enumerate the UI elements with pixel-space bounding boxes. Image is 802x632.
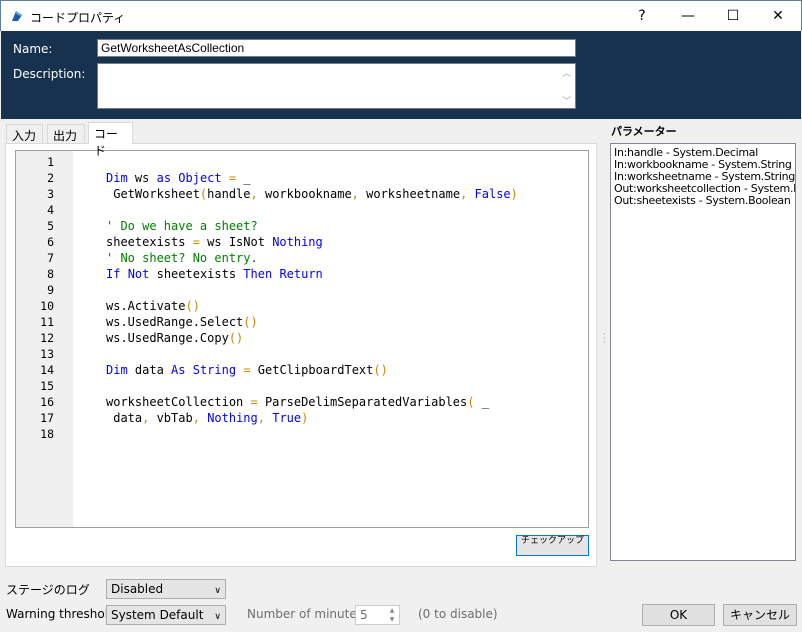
stepper-arrows-icon[interactable]: ▲ ▼ [385, 606, 399, 624]
code-line[interactable]: worksheetCollection = ParseDelimSeparate… [106, 394, 489, 410]
warning-threshold-value: System Default [111, 608, 204, 622]
line-number: 15 [40, 379, 54, 393]
description-scrollbar[interactable]: ︿ ﹀ [559, 64, 575, 108]
name-input[interactable]: GetWorksheetAsCollection [97, 39, 576, 57]
ok-button[interactable]: OK [642, 604, 715, 626]
description-input[interactable]: ︿ ﹀ [97, 63, 576, 109]
scroll-down-icon[interactable]: ﹀ [562, 94, 571, 107]
minutes-value: 5 [360, 608, 368, 622]
window-title: コードプロパティ [30, 11, 126, 25]
code-line[interactable]: ws.UsedRange.Copy() [106, 330, 243, 346]
parameters-list[interactable]: In:handle - System.Decimal In:workbookna… [610, 143, 796, 561]
line-number: 2 [47, 171, 54, 185]
chevron-down-icon: ∨ [214, 612, 221, 622]
code-line[interactable]: Dim ws as Object = _ [106, 170, 251, 186]
chevron-down-icon: ∨ [214, 586, 221, 596]
code-tab-panel: 1 2 3 4 5 6 7 8 9 10 11 12 13 14 15 16 1… [5, 143, 597, 567]
line-number: 3 [47, 187, 54, 201]
line-number: 13 [40, 347, 54, 361]
stage-log-value: Disabled [111, 582, 164, 596]
scroll-up-icon[interactable]: ︿ [562, 66, 571, 79]
code-line[interactable]: GetWorksheet(handle, workbookname, works… [106, 186, 518, 202]
line-number: 17 [40, 411, 54, 425]
line-number: 9 [47, 283, 54, 297]
minimize-button[interactable]: — [665, 1, 711, 31]
code-line[interactable]: Dim data As String = GetClipboardText() [106, 362, 388, 378]
tab-code[interactable]: コード [88, 122, 133, 158]
line-number: 11 [40, 315, 54, 329]
line-number: 18 [40, 427, 54, 441]
code-line[interactable]: If Not sheetexists Then Return [106, 266, 323, 282]
line-number: 14 [40, 363, 54, 377]
code-line[interactable]: ' Do we have a sheet? [106, 218, 258, 234]
tab-output[interactable]: 出力 [47, 124, 85, 143]
line-number: 6 [47, 235, 54, 249]
title-bar: コードプロパティ ? — ☐ ✕ [0, 0, 802, 31]
description-label: Description: [13, 67, 86, 81]
code-editor[interactable]: 1 2 3 4 5 6 7 8 9 10 11 12 13 14 15 16 1… [15, 150, 589, 528]
line-number: 8 [47, 267, 54, 281]
line-number: 16 [40, 395, 54, 409]
maximize-button[interactable]: ☐ [710, 1, 756, 31]
code-line[interactable]: sheetexists = ws IsNot Nothing [106, 234, 323, 250]
tab-input[interactable]: 入力 [6, 124, 43, 143]
stage-log-select[interactable]: Disabled ∨ [106, 579, 226, 599]
minutes-label: Number of minutes [247, 607, 363, 621]
properties-header: Name: GetWorksheetAsCollection Descripti… [1, 31, 801, 119]
name-label: Name: [13, 42, 53, 56]
cancel-button[interactable]: キャンセル [723, 604, 797, 626]
code-line[interactable]: data, vbTab, Nothing, True) [106, 410, 308, 426]
stage-log-label: ステージのログ [6, 583, 90, 597]
list-item[interactable]: Out:sheetexists - System.Boolean [614, 195, 791, 207]
line-number: 5 [47, 219, 54, 233]
check-code-button[interactable]: チェックアップ [516, 535, 589, 556]
help-button[interactable]: ? [619, 1, 665, 31]
minutes-stepper[interactable]: 5 ▲ ▼ [355, 605, 400, 625]
app-icon [12, 11, 22, 21]
line-number: 10 [40, 299, 54, 313]
code-line[interactable]: ws.Activate() [106, 298, 200, 314]
line-number: 12 [40, 331, 54, 345]
line-number-gutter: 1 2 3 4 5 6 7 8 9 10 11 12 13 14 15 16 1… [16, 151, 73, 527]
line-number: 1 [47, 155, 54, 169]
minutes-hint: (0 to disable) [418, 607, 498, 621]
code-line[interactable]: ws.UsedRange.Select() [106, 314, 258, 330]
close-button[interactable]: ✕ [755, 1, 801, 31]
panel-splitter-handle[interactable]: · · · [603, 331, 606, 347]
warning-threshold-select[interactable]: System Default ∨ [106, 605, 226, 625]
line-number: 4 [47, 203, 54, 217]
line-number: 7 [47, 251, 54, 265]
code-line[interactable]: ' No sheet? No entry. [106, 250, 258, 266]
parameters-title: パラメーター [611, 125, 677, 138]
warning-threshold-label: Warning threshold: [6, 607, 120, 621]
